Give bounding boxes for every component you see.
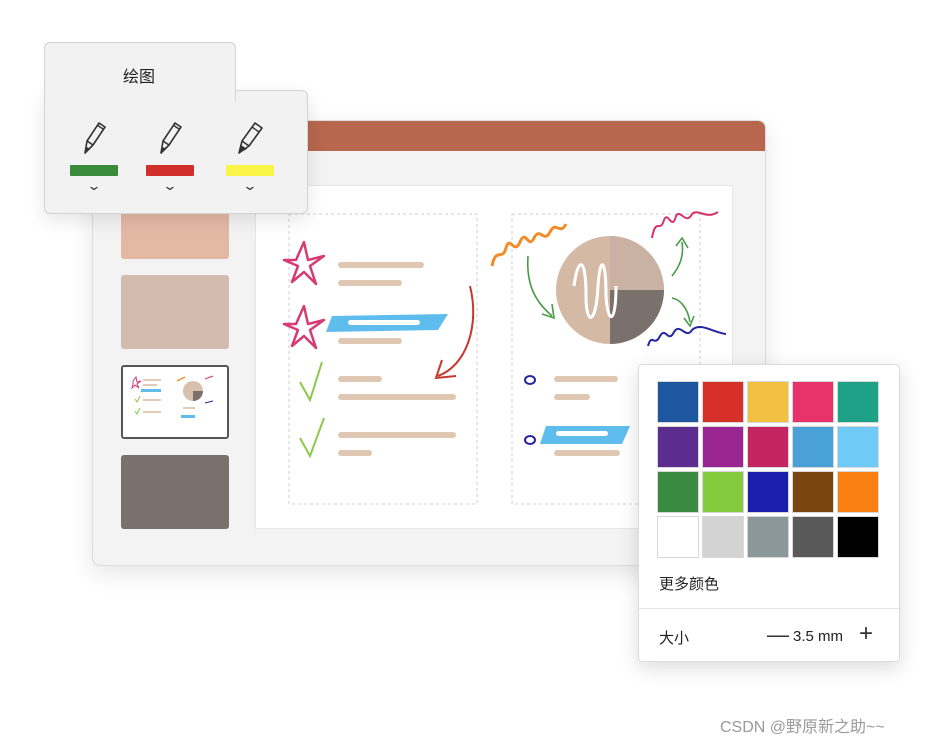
pen-color-swatch	[226, 165, 274, 176]
pen-color-swatch	[70, 165, 118, 176]
pen-color-swatch	[146, 165, 194, 176]
pen-icon	[84, 122, 106, 154]
pen-green[interactable]: ⌄	[69, 119, 119, 193]
size-label: 大小	[659, 630, 690, 647]
size-decrease-button[interactable]: —	[767, 622, 789, 648]
draw-tab-title: 绘图	[123, 69, 156, 86]
pen-icon	[160, 122, 182, 154]
color-swatch-grid	[657, 381, 881, 558]
highlighter-yellow[interactable]: ⌄	[225, 119, 275, 193]
color-swatch[interactable]	[837, 381, 879, 423]
divider	[639, 608, 899, 609]
color-swatch[interactable]	[747, 381, 789, 423]
color-swatch[interactable]	[747, 426, 789, 468]
color-swatch[interactable]	[837, 471, 879, 513]
highlighter-icon	[238, 122, 263, 154]
color-swatch[interactable]	[792, 426, 834, 468]
color-swatch[interactable]	[747, 471, 789, 513]
draw-tab[interactable]: 绘图	[44, 42, 236, 101]
slide-thumbnail-4[interactable]	[121, 455, 229, 529]
more-colors-button[interactable]: 更多颜色	[659, 573, 719, 594]
slide-thumbnail-2[interactable]	[121, 275, 229, 349]
chevron-down-icon[interactable]: ⌄	[59, 179, 129, 193]
color-swatch[interactable]	[837, 426, 879, 468]
color-swatch[interactable]	[657, 471, 699, 513]
color-swatch[interactable]	[792, 516, 834, 558]
color-swatch[interactable]	[792, 381, 834, 423]
color-swatch[interactable]	[702, 426, 744, 468]
chevron-down-icon[interactable]: ⌄	[135, 179, 205, 193]
pen-red[interactable]: ⌄	[145, 119, 195, 193]
size-value: 3.5 mm	[793, 628, 844, 645]
color-swatch[interactable]	[657, 426, 699, 468]
size-increase-button[interactable]: +	[855, 620, 877, 648]
color-swatch[interactable]	[837, 516, 879, 558]
color-swatch[interactable]	[702, 381, 744, 423]
draw-pens-panel: ⌄ ⌄ ⌄	[44, 90, 308, 214]
thumbnail-preview	[131, 375, 214, 418]
slide-thumbnail-3-selected[interactable]	[121, 365, 229, 439]
color-swatch[interactable]	[657, 516, 699, 558]
color-swatch[interactable]	[657, 381, 699, 423]
chevron-down-icon[interactable]: ⌄	[215, 179, 285, 193]
color-swatch[interactable]	[747, 516, 789, 558]
color-picker-popup: 更多颜色 大小 — 3.5 mm +	[638, 364, 900, 662]
watermark: CSDN @野原新之助~~	[720, 719, 885, 736]
color-swatch[interactable]	[792, 471, 834, 513]
color-swatch[interactable]	[702, 471, 744, 513]
color-swatch[interactable]	[702, 516, 744, 558]
